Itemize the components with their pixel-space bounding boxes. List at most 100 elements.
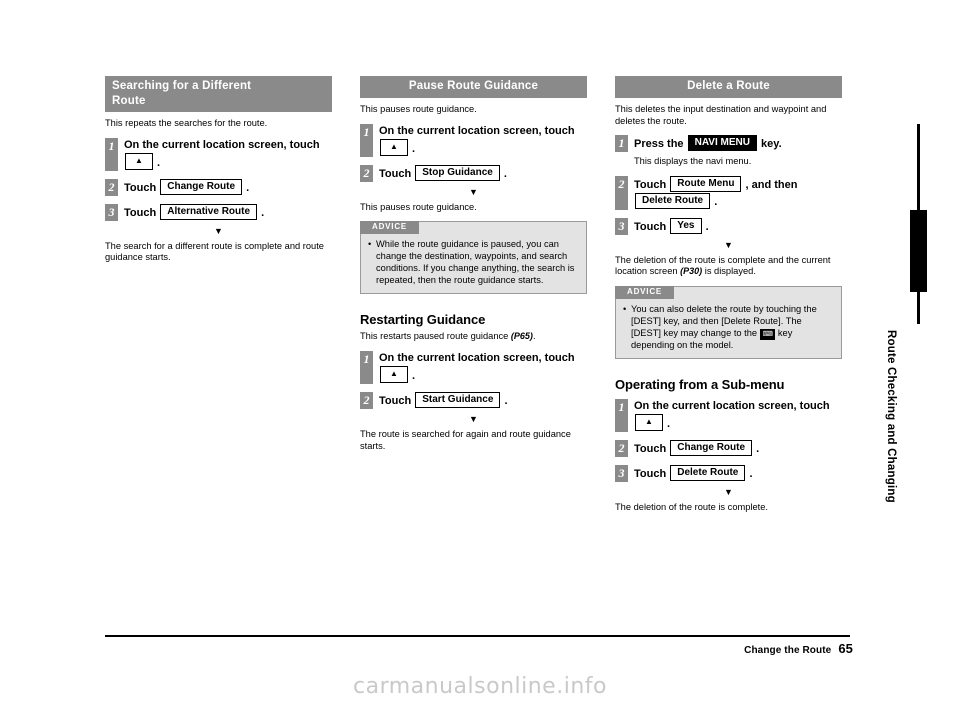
intro-text: This deletes the input destination and w… (615, 104, 827, 126)
sub-closing-text: The deletion of the route is complete. (615, 502, 768, 513)
step-number: 3 (105, 203, 118, 221)
up-arrow-key[interactable]: ▲ (380, 138, 408, 156)
step-text-after: . (411, 369, 416, 382)
intro-text: This repeats the searches for the route. (105, 118, 268, 128)
page-reference: (P65) (510, 331, 533, 342)
change-route-key[interactable]: Change Route (670, 440, 753, 457)
up-arrow-key[interactable]: ▲ (380, 365, 408, 383)
side-tab-navi-label: NAVI (885, 213, 897, 241)
up-arrow-icon: ▲ (390, 368, 398, 378)
footer-rule (105, 635, 850, 637)
side-tab-navi-block (910, 210, 927, 292)
step-number: 3 (615, 465, 628, 483)
footer: Change the Route 65 (744, 641, 853, 656)
sub-step-2: 2 Touch Start Guidance . (360, 391, 587, 409)
page-reference: (P30) (680, 266, 703, 277)
closing-text: The deletion of the route is complete an… (615, 255, 842, 278)
subheading-operating-from-sub-menu: Operating from a Sub-menu (615, 377, 785, 393)
step-number: 1 (105, 137, 118, 171)
down-arrow-icon: ▼ (724, 487, 733, 498)
step-text-before: Touch (634, 468, 667, 481)
step-text: On the current location screen, touch ▲ … (379, 351, 587, 384)
step-number: 1 (360, 123, 373, 157)
advice-text: You can also delete the route by touchin… (631, 304, 834, 351)
sub-closing-text: The route is searched for again and rout… (360, 428, 571, 451)
delete-route-key[interactable]: Delete Route (635, 192, 711, 209)
sub-intro-end: . (532, 331, 536, 342)
step-text: Press the NAVI MENU key. (634, 135, 782, 152)
step-text-after: . (156, 156, 161, 169)
down-arrow-icon: ▼ (214, 225, 223, 236)
up-arrow-icon: ▲ (390, 141, 398, 151)
step-text-mid: , and then (745, 178, 798, 191)
step-number: 2 (615, 440, 628, 458)
step-text: On the current location screen, touch ▲ … (379, 124, 587, 157)
after-steps-text: This pauses route guidance. (360, 201, 477, 212)
bullet-icon: • (368, 239, 372, 250)
start-guidance-key[interactable]: Start Guidance (415, 391, 501, 408)
section-header-line2: Route (112, 95, 146, 107)
manual-page: Searching for a Different Route This rep… (0, 0, 960, 708)
advice-content: • While the route guidance is paused, yo… (368, 239, 579, 286)
step-2: 2 Touch Change Route . (105, 178, 332, 196)
advice-text: While the route guidance is paused, you … (376, 239, 575, 285)
step-text-before: On the current location screen, touch (379, 124, 575, 137)
step-number: 1 (615, 135, 628, 153)
step-1: 1 On the current location screen, touch … (360, 123, 587, 157)
watermark: carmanualsonline.info (0, 674, 960, 699)
step-text-before: Touch (634, 443, 667, 456)
dest-key-icon: ⌨ (759, 328, 776, 340)
step-text-after: . (714, 195, 718, 208)
navi-menu-key[interactable]: NAVI MENU (687, 135, 757, 152)
step-text: Touch Stop Guidance . (379, 164, 507, 182)
up-arrow-icon: ▲ (645, 417, 653, 427)
change-route-key[interactable]: Change Route (160, 178, 243, 195)
sub-intro-main: This restarts paused route guidance (360, 331, 509, 342)
step-text: Touch Change Route . (124, 178, 250, 196)
step-text-after: . (749, 468, 753, 481)
step-2: 2 Touch Route Menu , and then Delete Rou… (615, 175, 842, 210)
step-text-after: . (246, 181, 250, 194)
down-arrow-icon: ▼ (469, 186, 478, 197)
step-text-after: key. (761, 138, 782, 151)
step-text: On the current location screen, touch ▲ … (634, 399, 842, 432)
page-number: 65 (838, 641, 853, 656)
stop-guidance-key[interactable]: Stop Guidance (415, 164, 500, 181)
step-text: Touch Alternative Route . (124, 203, 265, 221)
up-arrow-icon: ▲ (135, 155, 143, 165)
step-text-before: On the current location screen, touch (634, 400, 830, 413)
step-number: 2 (360, 391, 373, 409)
step-text-after: . (261, 206, 265, 219)
advice-box: ADVICE • You can also delete the route b… (615, 285, 842, 360)
subheading-restarting-guidance: Restarting Guidance (360, 312, 486, 328)
sub-step-1: 1 On the current location screen, touch … (360, 350, 587, 384)
delete-route-key[interactable]: Delete Route (670, 465, 746, 482)
bullet-icon: • (623, 303, 627, 314)
step-text-after: . (666, 418, 671, 431)
step-text: Touch Route Menu , and then Delete Route… (634, 175, 842, 210)
up-arrow-key[interactable]: ▲ (125, 152, 153, 170)
column-pause-route-guidance: Pause Route Guidance This pauses route g… (360, 76, 587, 452)
step-text: Touch Start Guidance . (379, 391, 508, 409)
alternative-route-key[interactable]: Alternative Route (160, 203, 258, 220)
intro-text: This pauses route guidance. (360, 104, 477, 114)
watermark-text: carmanualsonline.info (353, 674, 607, 699)
step-text: On the current location screen, touch ▲ … (124, 138, 332, 171)
step-2: 2 Touch Stop Guidance . (360, 164, 587, 182)
sub-step-1: 1 On the current location screen, touch … (615, 399, 842, 433)
step-number: 3 (615, 217, 628, 235)
section-header-pause-route-guidance: Pause Route Guidance (360, 76, 587, 98)
footer-chapter: Change the Route (744, 645, 832, 656)
step-text-before: Press the (634, 138, 684, 151)
down-arrow-icon: ▼ (724, 239, 733, 250)
advice-box: ADVICE • While the route guidance is pau… (360, 221, 587, 295)
column-delete-a-route: Delete a Route This deletes the input de… (615, 76, 842, 514)
up-arrow-key[interactable]: ▲ (635, 414, 663, 432)
step-text-after: . (705, 220, 709, 233)
step-text-before: Touch (379, 394, 412, 407)
section-header-searching-different-route: Searching for a Different Route (105, 76, 332, 112)
route-menu-key[interactable]: Route Menu (670, 175, 742, 192)
step-number: 2 (105, 178, 118, 196)
yes-key[interactable]: Yes (670, 217, 702, 234)
step-text-before: Touch (124, 206, 157, 219)
